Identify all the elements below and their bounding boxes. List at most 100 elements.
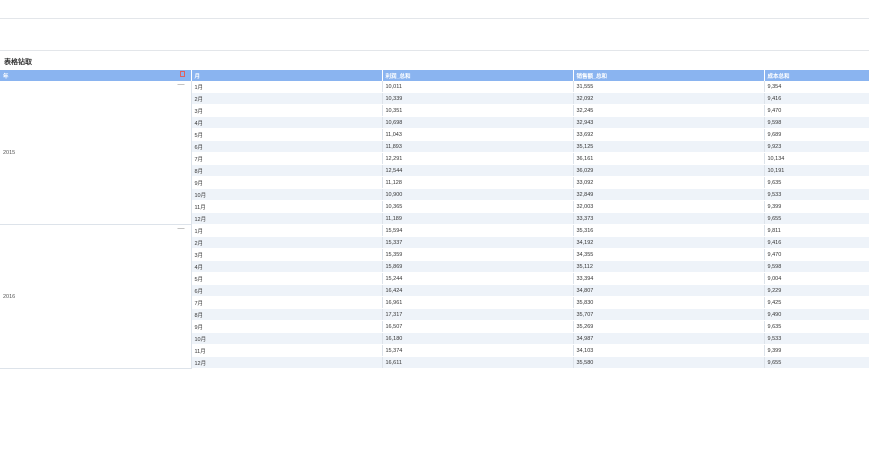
cost-cell: 9,399 [764, 344, 869, 357]
header-month[interactable]: 月 [191, 70, 383, 81]
profit-cell: 11,893 [382, 140, 574, 153]
sales-cell: 35,707 [573, 308, 765, 321]
cost-cell: 9,470 [764, 248, 869, 261]
year-label: 2015 [3, 149, 16, 156]
month-cell: 10月 [191, 188, 383, 201]
sales-cell: 35,269 [573, 320, 765, 333]
cost-cell: 9,533 [764, 188, 869, 201]
table-body: 2015—1月 10,011 31,555 9,354 2月 10,339 32,092 9,… [0, 81, 869, 369]
month-cell: 3月 [191, 248, 383, 261]
profit-cell: 15,374 [382, 344, 574, 357]
profit-cell: 15,359 [382, 248, 574, 261]
sales-cell: 31,555 [573, 81, 765, 93]
month-cell: 12月 [191, 212, 383, 225]
profit-cell: 16,424 [382, 284, 574, 297]
profit-cell: 12,544 [382, 164, 574, 177]
month-cell: 8月 [191, 308, 383, 321]
profit-cell: 10,351 [382, 104, 574, 117]
header-year[interactable]: 年 [0, 70, 192, 81]
cost-cell: 9,354 [764, 81, 869, 93]
header-profit[interactable]: 利润_总和 [382, 70, 574, 81]
month-cell: 6月 [191, 140, 383, 153]
month-cell: 11月 [191, 344, 383, 357]
sales-cell: 34,192 [573, 236, 765, 249]
year-cell: 2016 — [0, 224, 192, 369]
table-row: 2016 — 1月 15,594 35,316 9,811 [0, 224, 869, 369]
sales-cell: 33,692 [573, 128, 765, 141]
sort-icon[interactable] [179, 71, 185, 77]
panel-title: 表格钻取 [4, 59, 32, 66]
month-cell: 2月 [191, 236, 383, 249]
month-cell: 7月 [191, 152, 383, 165]
table-row: 2015 — 1月 10,011 31,555 9,354 [0, 81, 869, 225]
profit-cell: 17,317 [382, 308, 574, 321]
top-bar [0, 0, 869, 19]
cost-cell: 9,416 [764, 236, 869, 249]
sales-cell: 33,373 [573, 212, 765, 225]
profit-cell: 10,900 [382, 188, 574, 201]
profit-cell: 11,189 [382, 212, 574, 225]
sales-cell: 35,580 [573, 356, 765, 369]
sales-cell: 35,316 [573, 224, 765, 237]
sales-cell: 33,394 [573, 272, 765, 285]
drill-table: 年 月 利润_总和 销售额_总和 成本总和 2015—1月 10,011 31,55… [0, 70, 869, 369]
cost-cell: 10,134 [764, 152, 869, 165]
month-cell: 4月 [191, 116, 383, 129]
profit-cell: 10,339 [382, 92, 574, 105]
profit-cell: 15,869 [382, 260, 574, 273]
month-cell: 9月 [191, 176, 383, 189]
cost-cell: 9,598 [764, 260, 869, 273]
profit-cell: 16,507 [382, 320, 574, 333]
sales-cell: 34,807 [573, 284, 765, 297]
year-label: 2016 [3, 293, 16, 300]
cost-cell: 9,416 [764, 92, 869, 105]
sales-cell: 33,092 [573, 176, 765, 189]
sales-cell: 36,029 [573, 164, 765, 177]
cost-cell: 9,470 [764, 104, 869, 117]
profit-cell: 10,365 [382, 200, 574, 213]
header-cost[interactable]: 成本总和 [764, 70, 869, 81]
sales-cell: 34,355 [573, 248, 765, 261]
sales-cell: 35,125 [573, 140, 765, 153]
profit-cell: 15,244 [382, 272, 574, 285]
cost-cell: 9,923 [764, 140, 869, 153]
cost-cell: 9,399 [764, 200, 869, 213]
sales-cell: 35,112 [573, 260, 765, 273]
collapse-icon[interactable]: — [178, 225, 185, 232]
collapse-icon[interactable]: — [178, 81, 185, 88]
year-cell: 2015 — [0, 81, 192, 225]
cost-cell: 9,425 [764, 296, 869, 309]
cost-cell: 9,655 [764, 212, 869, 225]
cost-cell: 10,191 [764, 164, 869, 177]
cost-cell: 9,004 [764, 272, 869, 285]
sales-cell: 32,092 [573, 92, 765, 105]
profit-cell: 15,337 [382, 236, 574, 249]
month-cell: 1月 [191, 224, 383, 237]
sales-cell: 32,245 [573, 104, 765, 117]
sales-cell: 35,830 [573, 296, 765, 309]
profit-cell: 16,180 [382, 332, 574, 345]
month-cell: 10月 [191, 332, 383, 345]
profit-cell: 15,594 [382, 224, 574, 237]
month-cell: 11月 [191, 200, 383, 213]
cost-cell: 9,490 [764, 308, 869, 321]
profit-cell: 11,128 [382, 176, 574, 189]
month-cell: 7月 [191, 296, 383, 309]
cost-cell: 9,229 [764, 284, 869, 297]
month-cell: 6月 [191, 284, 383, 297]
sales-cell: 34,987 [573, 332, 765, 345]
cost-cell: 9,811 [764, 224, 869, 237]
cost-cell: 9,635 [764, 176, 869, 189]
profit-cell: 12,291 [382, 152, 574, 165]
sales-cell: 32,943 [573, 116, 765, 129]
month-cell: 9月 [191, 320, 383, 333]
cost-cell: 9,689 [764, 128, 869, 141]
header-sales[interactable]: 销售额_总和 [573, 70, 765, 81]
month-cell: 8月 [191, 164, 383, 177]
profit-cell: 10,698 [382, 116, 574, 129]
month-cell: 12月 [191, 356, 383, 369]
profit-cell: 16,611 [382, 356, 574, 369]
sales-cell: 32,849 [573, 188, 765, 201]
month-cell: 4月 [191, 260, 383, 273]
sales-cell: 32,003 [573, 200, 765, 213]
